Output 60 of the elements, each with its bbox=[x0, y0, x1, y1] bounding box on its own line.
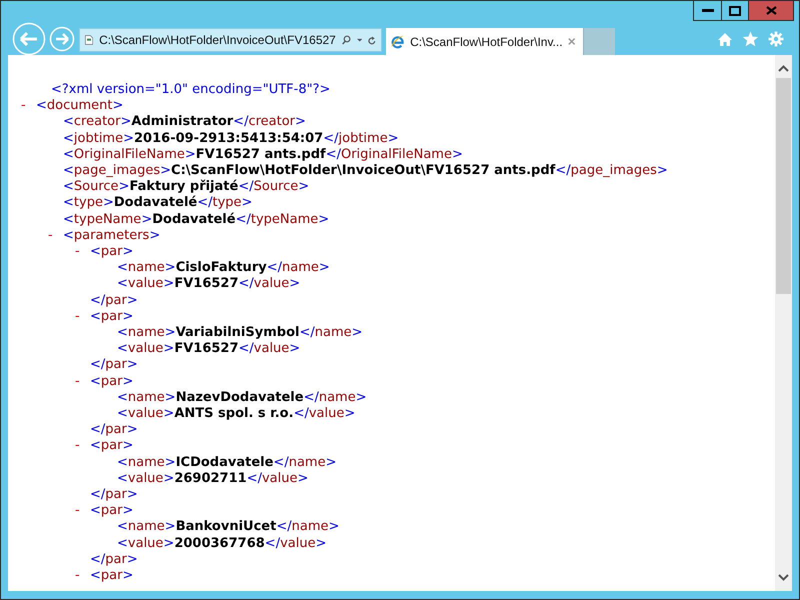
xml-open-tag: <par> bbox=[90, 503, 134, 520]
collapse-toggle[interactable]: - bbox=[75, 374, 90, 390]
xml-element-line: <name>NazevDodavatele</name> bbox=[117, 390, 367, 406]
xml-element-line: <value>FV16527</value> bbox=[117, 341, 300, 358]
xml-element-line: <name>CisloFaktury</name> bbox=[117, 260, 330, 276]
collapse-toggle[interactable]: - bbox=[48, 228, 63, 244]
star-icon[interactable] bbox=[742, 31, 759, 47]
xml-element-line: <value>2000367768</value> bbox=[117, 536, 326, 552]
xml-declaration: <?xml version="1.0" encoding="UTF-8"?> bbox=[51, 82, 330, 98]
xml-element-line: <name>VariabilniSymbol</name> bbox=[117, 325, 363, 342]
collapse-toggle[interactable]: - bbox=[75, 568, 90, 584]
xml-close-tag: </par> bbox=[90, 552, 138, 568]
back-button[interactable] bbox=[12, 22, 46, 56]
xml-element-line: <jobtime>2016-09-2913:5413:54:07</jobtime> bbox=[63, 130, 399, 147]
xml-element-line: <page_images>C:\ScanFlow\HotFolder\InvoiceOut\FV16527 ants.pdf</page_images> bbox=[63, 163, 668, 180]
search-icon[interactable] bbox=[342, 33, 351, 47]
maximize-icon bbox=[729, 6, 741, 16]
address-field[interactable]: C:\ScanFlow\HotFolder\InvoiceOut\FV16527 bbox=[79, 28, 382, 52]
page-icon bbox=[85, 33, 94, 47]
scroll-up-icon[interactable] bbox=[778, 65, 789, 72]
collapse-toggle[interactable]: - bbox=[75, 308, 90, 326]
scroll-down-icon[interactable] bbox=[778, 574, 789, 581]
dropdown-caret-icon[interactable] bbox=[356, 38, 362, 42]
collapse-toggle[interactable]: - bbox=[75, 244, 90, 260]
xml-element-line: <typeName>Dodavatelé</typeName> bbox=[63, 212, 330, 228]
browser-logo-icon bbox=[391, 33, 406, 50]
collapse-toggle[interactable]: - bbox=[75, 438, 90, 455]
forward-button[interactable] bbox=[49, 26, 75, 52]
xml-open-tag: <par> bbox=[90, 244, 134, 260]
refresh-icon[interactable] bbox=[368, 34, 376, 46]
xml-element-line: <value>ANTS spol. s r.o.</value> bbox=[117, 406, 356, 422]
xml-open-tag: <par> bbox=[90, 568, 134, 584]
vertical-scrollbar[interactable] bbox=[775, 55, 792, 591]
xml-element-line: <name>ICDodavatele</name> bbox=[117, 454, 336, 471]
xml-open-tag: <par> bbox=[90, 308, 134, 326]
xml-element-line: <OriginalFileName>FV16527 ants.pdf</OriginalFileName> bbox=[63, 146, 463, 164]
home-icon[interactable] bbox=[717, 32, 733, 46]
xml-element-line: <type>Dodavatelé</type> bbox=[63, 195, 252, 212]
xml-element-line: <creator>Administrator</creator> bbox=[63, 114, 306, 131]
collapse-toggle[interactable]: - bbox=[21, 98, 36, 114]
xml-open-tag: <document> bbox=[36, 98, 124, 114]
close-tab-icon[interactable] bbox=[568, 37, 575, 46]
xml-open-tag: <par> bbox=[90, 438, 134, 455]
xml-close-tag: </par> bbox=[90, 422, 138, 438]
xml-element-line: <value>26902711</value> bbox=[117, 470, 308, 488]
settings-icon[interactable] bbox=[768, 31, 784, 47]
xml-element-line: <value>FV16527</value> bbox=[117, 276, 300, 293]
minimize-icon bbox=[702, 8, 714, 12]
close-icon bbox=[766, 6, 776, 15]
xml-open-tag: <parameters> bbox=[63, 228, 160, 244]
collapse-toggle[interactable]: - bbox=[75, 503, 90, 520]
xml-element-line: <name>BankovniUcet</name> bbox=[117, 519, 340, 536]
close-button[interactable] bbox=[748, 1, 793, 20]
xml-element-line: <Source>Faktury přijaté</Source> bbox=[63, 179, 310, 196]
browser-tab[interactable]: C:\ScanFlow\HotFolder\Inv... bbox=[386, 28, 583, 55]
xml-close-tag: </par> bbox=[90, 357, 138, 374]
xml-close-tag: </par> bbox=[90, 487, 138, 504]
xml-open-tag: <par> bbox=[90, 374, 134, 390]
xml-close-tag: </par> bbox=[90, 292, 138, 309]
scrollbar-thumb[interactable] bbox=[776, 78, 791, 294]
